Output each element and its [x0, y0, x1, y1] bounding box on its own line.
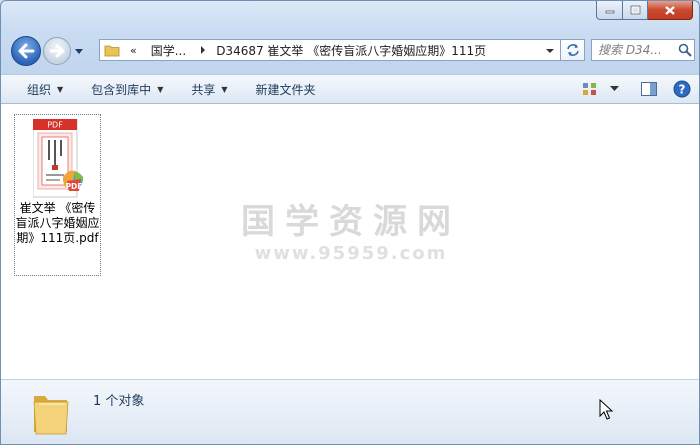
- chevron-down-icon: [610, 86, 619, 91]
- magnifier-icon[interactable]: [678, 43, 692, 57]
- address-dropdown-icon[interactable]: [545, 47, 555, 55]
- share-label: 共享: [191, 82, 216, 97]
- file-list-area[interactable]: 国学资源网 www.95959.com PDF PDF 崔文举 《密传盲派八字婚…: [1, 104, 699, 379]
- organize-menu[interactable]: 组织 ▼: [1, 77, 77, 101]
- chevron-down-icon: ▼: [221, 84, 228, 94]
- pdf-thumbnail-icon: PDF PDF: [33, 119, 83, 198]
- watermark-title: 国学资源网: [241, 202, 461, 242]
- pdf-badge-text: PDF: [66, 182, 83, 191]
- folder-icon: [104, 45, 120, 57]
- search-input[interactable]: [598, 43, 676, 57]
- minimize-button[interactable]: [596, 1, 623, 20]
- breadcrumb-separator-icon[interactable]: [198, 45, 208, 55]
- new-folder-label: 新建文件夹: [255, 82, 316, 97]
- pdf-badge-icon: PDF: [63, 170, 83, 191]
- maximize-icon: [630, 5, 640, 15]
- maximize-button[interactable]: [623, 1, 648, 20]
- svg-text:?: ?: [679, 83, 686, 97]
- arrow-left-icon: [18, 43, 35, 59]
- organize-label: 组织: [27, 82, 52, 97]
- breadcrumb-current[interactable]: D34687 崔文举 《密传盲派八字婚姻应期》111页: [216, 42, 486, 59]
- mouse-cursor-icon: [599, 399, 613, 420]
- watermark-url: www.95959.com: [254, 243, 448, 264]
- help-icon: ?: [673, 80, 691, 98]
- change-view-button[interactable]: [582, 78, 598, 100]
- pdf-banner-text: PDF: [47, 121, 63, 130]
- preview-pane-icon: [641, 82, 657, 96]
- address-overflow[interactable]: «: [130, 44, 137, 57]
- help-button[interactable]: ?: [673, 78, 691, 100]
- view-grid-icon: [583, 83, 596, 95]
- include-in-library-menu[interactable]: 包含到库中 ▼: [77, 77, 177, 101]
- search-box[interactable]: [591, 39, 695, 61]
- folder-icon: [33, 396, 69, 435]
- watermark: 国学资源网 www.95959.com: [241, 194, 461, 264]
- view-controls: ?: [572, 78, 691, 100]
- address-bar[interactable]: « 国学... D34687 崔文举 《密传盲派八字婚姻应期》111页: [99, 39, 561, 61]
- back-button[interactable]: [11, 36, 41, 66]
- recent-pages-button[interactable]: [73, 45, 85, 57]
- refresh-button[interactable]: [561, 39, 585, 61]
- forward-button[interactable]: [43, 37, 71, 65]
- close-button[interactable]: [648, 1, 693, 20]
- chevron-down-icon: [75, 49, 83, 54]
- navigation-bar: « 国学... D34687 崔文举 《密传盲派八字婚姻应期》111页: [9, 33, 695, 67]
- file-item-pdf[interactable]: PDF PDF 崔文举 《密传盲派八字婚姻应期》111页.pdf: [14, 114, 101, 276]
- caption-buttons: [596, 1, 693, 21]
- item-count: 1 个对象: [93, 394, 145, 409]
- share-menu[interactable]: 共享 ▼: [177, 77, 241, 101]
- arrow-right-icon: [49, 44, 65, 58]
- details-pane: 1 个对象: [1, 379, 699, 444]
- refresh-icon: [566, 44, 579, 56]
- include-in-library-label: 包含到库中: [91, 82, 152, 97]
- explorer-window: « 国学... D34687 崔文举 《密传盲派八字婚姻应期》111页 组织 ▼ …: [0, 0, 700, 445]
- chevron-down-icon: ▼: [57, 84, 64, 94]
- view-options-button[interactable]: [610, 78, 619, 100]
- chevron-down-icon: ▼: [157, 84, 164, 94]
- breadcrumb-parent[interactable]: 国学...: [151, 42, 186, 59]
- minimize-icon: [605, 10, 614, 14]
- command-bar: 组织 ▼ 包含到库中 ▼ 共享 ▼ 新建文件夹 ?: [1, 74, 699, 104]
- new-folder-button[interactable]: 新建文件夹: [242, 77, 330, 101]
- file-name[interactable]: 崔文举 《密传盲派八字婚姻应期》111页.pdf: [15, 201, 100, 246]
- close-icon: [665, 5, 675, 15]
- preview-pane-button[interactable]: [641, 78, 657, 100]
